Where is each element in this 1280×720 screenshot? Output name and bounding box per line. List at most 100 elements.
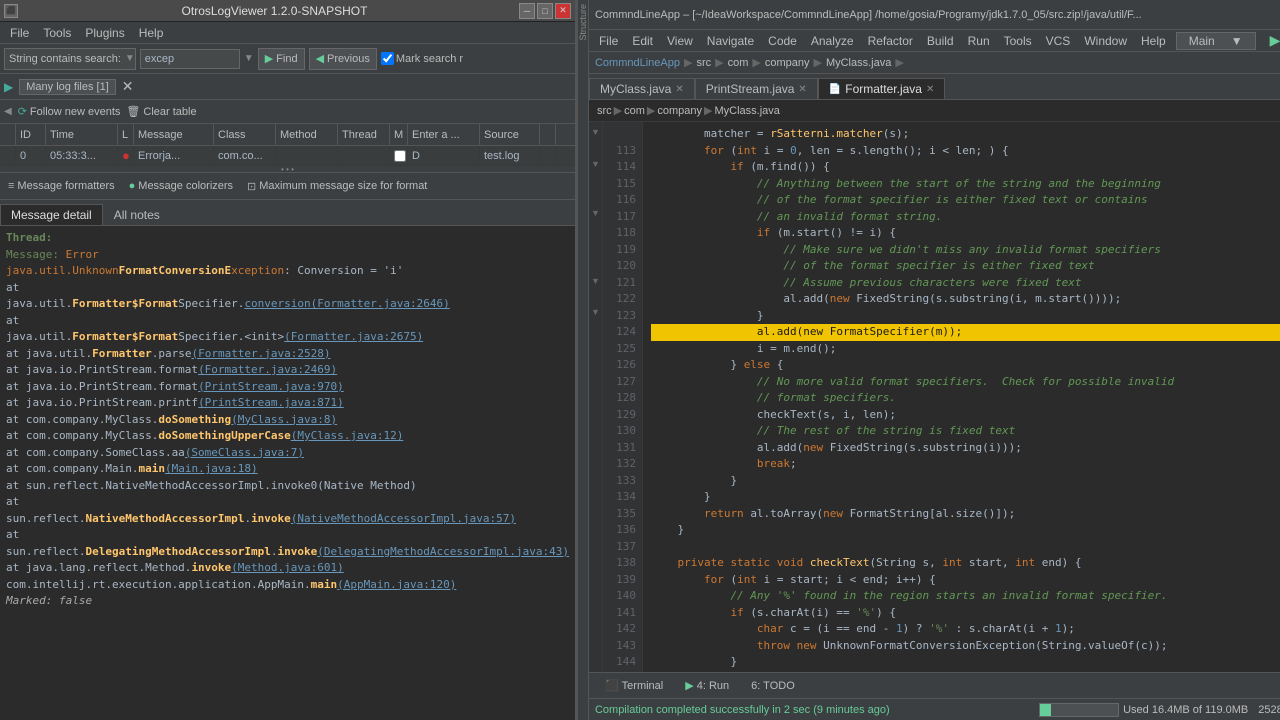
terminal-tab[interactable]: ⬛ Terminal: [595, 677, 673, 694]
at8-h: doSomethingUpperCase: [158, 429, 290, 442]
code-line-11: }: [651, 308, 1280, 325]
row-checkbox[interactable]: [394, 150, 406, 162]
memory-indicator[interactable]: Used 16.4MB of 119.0MB: [1039, 703, 1248, 717]
run-config-selector[interactable]: Main ▼: [1176, 32, 1256, 50]
close-btn[interactable]: ✕: [555, 3, 571, 19]
th-method[interactable]: Method: [276, 124, 338, 145]
at4-link[interactable]: (Formatter.java:2469): [198, 363, 337, 376]
close-log-btn[interactable]: ✕: [122, 78, 134, 95]
menu-vcs-r[interactable]: VCS: [1040, 34, 1077, 48]
menu-edit-r[interactable]: Edit: [626, 34, 659, 48]
run-tab[interactable]: ▶ 4: Run: [675, 677, 739, 694]
log-files-badge[interactable]: Many log files [1]: [19, 79, 116, 95]
menu-file-r[interactable]: File: [593, 34, 624, 48]
message-colorizers-btn[interactable]: ● Message colorizers: [125, 179, 237, 193]
at14-link[interactable]: (Method.java:601): [231, 561, 344, 574]
combo-arrow[interactable]: ▼: [125, 53, 135, 64]
menu-tools[interactable]: Tools: [37, 26, 77, 40]
menu-run-r[interactable]: Run: [962, 34, 996, 48]
menu-build-r[interactable]: Build: [921, 34, 960, 48]
fold-5[interactable]: ▼: [591, 306, 600, 320]
minimize-btn[interactable]: ─: [519, 3, 535, 19]
tab-myclass-close[interactable]: ✕: [675, 84, 683, 95]
menu-code-r[interactable]: Code: [762, 34, 803, 48]
menu-help[interactable]: Help: [133, 26, 170, 40]
tab-myclass[interactable]: MyClass.java ✕: [589, 78, 695, 99]
s12-h2: invoke: [251, 512, 291, 525]
search-dropdown-arrow[interactable]: ▼: [244, 53, 254, 64]
at10-link[interactable]: (Main.java:18): [165, 462, 258, 475]
code-line-26: private static void checkText(String s, …: [651, 555, 1280, 572]
menu-file[interactable]: File: [4, 26, 35, 40]
code-line-28: // Any '%' found in the region starts an…: [651, 588, 1280, 605]
menu-window-r[interactable]: Window: [1078, 34, 1133, 48]
tab-message-detail[interactable]: Message detail: [0, 204, 103, 225]
menu-refactor-r[interactable]: Refactor: [862, 34, 919, 48]
fold-4[interactable]: ▼: [591, 275, 600, 289]
structure-label[interactable]: Structure: [578, 4, 588, 41]
mark-checkbox[interactable]: [381, 52, 394, 65]
th-message[interactable]: Message: [134, 124, 214, 145]
at6-link[interactable]: (PrintStream.java:871): [198, 396, 344, 409]
fold-1[interactable]: ▼: [591, 126, 600, 140]
th-id[interactable]: ID: [16, 124, 46, 145]
max-message-btn[interactable]: ⊡ Maximum message size for format: [243, 179, 431, 194]
message-formatters-btn[interactable]: ≡ Message formatters: [4, 179, 119, 193]
th-thread[interactable]: Thread: [338, 124, 390, 145]
s1-prefix: java.util.: [6, 297, 72, 310]
tab-formatter-label: Formatter.java: [845, 82, 922, 96]
todo-tab[interactable]: 6: TODO: [741, 678, 805, 694]
s2-link[interactable]: (Formatter.java:2675): [284, 330, 423, 343]
right-menubar: File Edit View Navigate Code Analyze Ref…: [589, 30, 1280, 52]
at9-link[interactable]: (SomeClass.java:7): [185, 446, 304, 459]
ln-136: 136: [603, 522, 636, 539]
clear-table-btn[interactable]: 🗑 Clear table: [126, 105, 196, 118]
s13-link[interactable]: (DelegatingMethodAccessorImpl.java:43): [317, 545, 569, 558]
search-input[interactable]: [140, 49, 240, 69]
tab-printstream[interactable]: PrintStream.java ✕: [695, 78, 818, 99]
at15-link[interactable]: (AppMain.java:120): [337, 578, 456, 591]
tab-formatter-close[interactable]: ✕: [926, 84, 934, 95]
s12-link[interactable]: (NativeMethodAccessorImpl.java:57): [291, 512, 516, 525]
at5-link[interactable]: (PrintStream.java:970): [198, 380, 344, 393]
code-line-8: // of the format specifier is either fix…: [651, 258, 1280, 275]
tab-printstream-close[interactable]: ✕: [798, 84, 806, 95]
th-class[interactable]: Class: [214, 124, 276, 145]
menu-help-r[interactable]: Help: [1135, 34, 1172, 48]
search-type-combo[interactable]: String contains search: ▼: [4, 48, 136, 70]
prev-button[interactable]: ◀ Previous: [309, 48, 377, 70]
crumb-src[interactable]: src: [597, 105, 612, 117]
menu-plugins[interactable]: Plugins: [79, 26, 130, 40]
code-area[interactable]: matcher = rSatterni.matcher(s); for (int…: [643, 122, 1280, 672]
bc-sep2: ▶: [715, 56, 723, 69]
table-row[interactable]: 0 05:33:3... ● Errorja... com.co... D te…: [0, 146, 575, 166]
code-line-14: } else {: [651, 357, 1280, 374]
crumb-myclass[interactable]: MyClass.java: [714, 105, 779, 117]
find-button[interactable]: ▶ Find: [258, 48, 305, 70]
s1-link[interactable]: conversion(Formatter.java:2646): [244, 297, 449, 310]
crumb-com[interactable]: com: [624, 105, 645, 117]
tab-all-notes[interactable]: All notes: [103, 204, 171, 225]
tab-formatter[interactable]: 📄 Formatter.java ✕: [818, 78, 946, 99]
mark-checkbox-label[interactable]: Mark search r: [381, 52, 463, 65]
maximize-btn[interactable]: □: [537, 3, 553, 19]
at8-link[interactable]: (MyClass.java:12): [291, 429, 404, 442]
at2-text: at: [6, 314, 19, 327]
th-source[interactable]: Source: [480, 124, 540, 145]
crumb-company[interactable]: company: [657, 105, 702, 117]
code-line-19: al.add(new FixedString(s.substring(i)));: [651, 440, 1280, 457]
follow-events-btn[interactable]: ⟳ Follow new events: [18, 105, 121, 118]
marked-label: Marked: false: [6, 592, 92, 609]
menu-tools-r[interactable]: Tools: [998, 34, 1038, 48]
fold-2[interactable]: ▼: [591, 158, 600, 172]
at3-link[interactable]: (Formatter.java:2528): [191, 347, 330, 360]
th-enter[interactable]: Enter a ...: [408, 124, 480, 145]
colorizers-label: Message colorizers: [138, 180, 233, 192]
run-button-header[interactable]: ▶: [1258, 30, 1280, 52]
at7-link[interactable]: (MyClass.java:8): [231, 413, 337, 426]
menu-view-r[interactable]: View: [661, 34, 699, 48]
th-time[interactable]: Time: [46, 124, 118, 145]
menu-navigate-r[interactable]: Navigate: [701, 34, 760, 48]
fold-3[interactable]: ▼: [591, 207, 600, 221]
menu-analyze-r[interactable]: Analyze: [805, 34, 860, 48]
